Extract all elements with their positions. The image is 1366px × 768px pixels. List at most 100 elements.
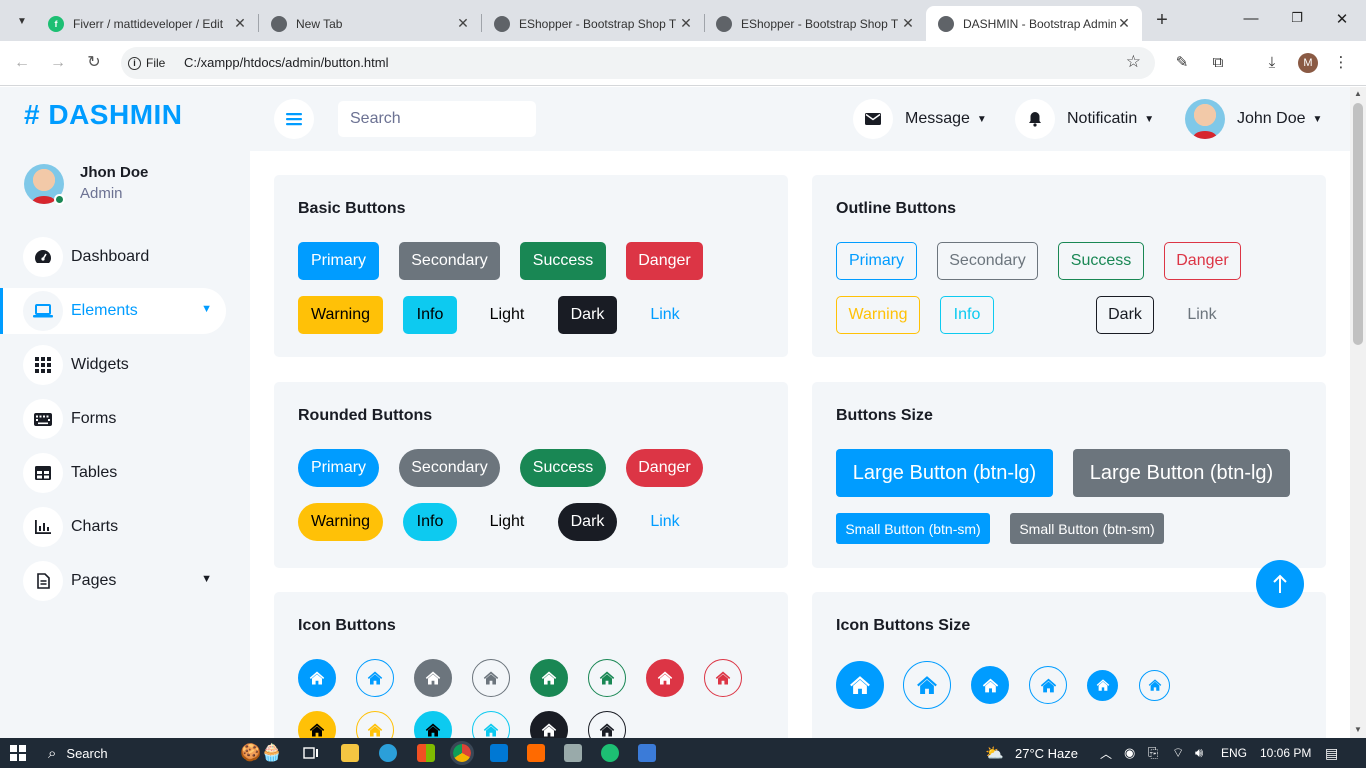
- search-input[interactable]: [338, 101, 536, 137]
- warning-outline-icon-button[interactable]: [356, 711, 394, 738]
- secondary-outline-button[interactable]: Secondary: [937, 242, 1038, 280]
- scrollbar-thumb[interactable]: [1353, 103, 1363, 345]
- success-icon-button[interactable]: [530, 659, 568, 697]
- close-tab-icon[interactable]: ✕: [455, 15, 471, 32]
- record-icon[interactable]: ◉: [1124, 743, 1135, 763]
- clock[interactable]: 10:06 PM: [1260, 743, 1311, 763]
- sublime-icon[interactable]: [527, 744, 545, 762]
- pen-icon[interactable]: ✎: [1172, 53, 1192, 73]
- calculator-icon[interactable]: [564, 744, 582, 762]
- primary-outline-icon-button-size-6[interactable]: [1139, 669, 1170, 701]
- secondary-rounded-button[interactable]: Secondary: [399, 449, 500, 487]
- dark-button[interactable]: Dark: [558, 296, 617, 334]
- sidebar-item-widgets[interactable]: Widgets: [0, 342, 226, 388]
- success-rounded-button[interactable]: Success: [520, 449, 606, 487]
- sidebar-item-dashboard[interactable]: Dashboard: [0, 234, 226, 280]
- link-outline-button[interactable]: Link: [1174, 296, 1230, 334]
- link-button[interactable]: Link: [637, 296, 693, 334]
- sidebar-item-elements[interactable]: Elements ▼: [0, 288, 226, 334]
- light-button[interactable]: Light: [477, 296, 537, 334]
- danger-rounded-button[interactable]: Danger: [626, 449, 703, 487]
- danger-outline-button[interactable]: Danger: [1164, 242, 1241, 280]
- brand-logo[interactable]: # DASHMIN: [24, 99, 183, 131]
- sidebar-item-charts[interactable]: Charts: [0, 504, 226, 550]
- photos-icon[interactable]: [638, 744, 656, 762]
- volume-icon[interactable]: 🔊︎: [1195, 743, 1203, 763]
- task-view-icon[interactable]: [303, 743, 319, 763]
- warning-rounded-button[interactable]: Warning: [298, 503, 383, 541]
- scroll-down-arrow-icon[interactable]: ▼: [1350, 725, 1366, 734]
- primary-icon-button-size-3[interactable]: [971, 666, 1009, 704]
- success-outline-button[interactable]: Success: [1058, 242, 1144, 280]
- edge-icon[interactable]: [379, 744, 397, 762]
- large-primary-button[interactable]: Large Button (btn-lg): [836, 449, 1053, 497]
- success-outline-icon-button[interactable]: [588, 659, 626, 697]
- weather-label[interactable]: 27°C Haze: [1015, 743, 1078, 763]
- chrome-taskbar-icon[interactable]: [450, 741, 474, 765]
- primary-button[interactable]: Primary: [298, 242, 379, 280]
- dark-icon-button[interactable]: [530, 711, 568, 738]
- close-tab-icon[interactable]: ✕: [678, 15, 694, 32]
- light-rounded-button[interactable]: Light: [477, 503, 537, 541]
- mail-icon[interactable]: [490, 744, 508, 762]
- close-tab-icon[interactable]: ✕: [900, 15, 916, 32]
- device-icon[interactable]: ⎘: [1148, 743, 1158, 763]
- browser-tab-dashmin[interactable]: DASHMIN - Bootstrap Admin ✕: [926, 6, 1142, 41]
- sidebar-toggle-button[interactable]: [274, 99, 314, 139]
- fiverr-taskbar-icon[interactable]: [601, 744, 619, 762]
- download-icon[interactable]: ⤓: [1262, 53, 1282, 73]
- url-text[interactable]: C:/xampp/htdocs/admin/button.html: [184, 55, 389, 70]
- address-bar[interactable]: i File C:/xampp/htdocs/admin/button.html…: [121, 47, 1155, 79]
- sidebar-item-pages[interactable]: Pages ▼: [0, 558, 226, 604]
- forward-arrow-icon[interactable]: →: [46, 51, 70, 75]
- close-tab-icon[interactable]: ✕: [1116, 15, 1132, 32]
- browser-tab-eshopper-2[interactable]: EShopper - Bootstrap Shop T ✕: [704, 6, 926, 41]
- user-dropdown[interactable]: John Doe ▼: [1185, 99, 1322, 139]
- site-info-chip[interactable]: i File: [128, 52, 165, 74]
- chevron-up-icon[interactable]: ︿: [1100, 743, 1112, 763]
- dark-outline-button[interactable]: Dark: [1096, 296, 1154, 334]
- scroll-up-arrow-icon[interactable]: ▲: [1350, 89, 1366, 98]
- close-window-icon[interactable]: ✕: [1332, 10, 1352, 28]
- back-to-top-button[interactable]: [1256, 560, 1304, 608]
- wifi-icon[interactable]: ⌔: [1172, 743, 1184, 763]
- message-dropdown[interactable]: Message ▼: [853, 99, 987, 139]
- page-scrollbar[interactable]: ▲ ▼: [1350, 87, 1366, 738]
- primary-icon-button[interactable]: [298, 659, 336, 697]
- dark-rounded-button[interactable]: Dark: [558, 503, 617, 541]
- primary-outline-icon-button-size-4[interactable]: [1029, 666, 1067, 704]
- browser-tab-new[interactable]: New Tab ✕: [259, 6, 481, 41]
- sidebar-item-tables[interactable]: Tables: [0, 450, 226, 496]
- notification-dropdown[interactable]: Notificatin ▼: [1015, 99, 1154, 139]
- primary-rounded-button[interactable]: Primary: [298, 449, 379, 487]
- primary-outline-icon-button[interactable]: [356, 659, 394, 697]
- success-button[interactable]: Success: [520, 242, 606, 280]
- restore-icon[interactable]: ❐: [1287, 10, 1307, 26]
- extensions-icon[interactable]: ⧉: [1208, 53, 1228, 73]
- warning-outline-button[interactable]: Warning: [836, 296, 920, 334]
- warning-icon-button[interactable]: [298, 711, 336, 738]
- info-icon-button[interactable]: [414, 711, 452, 738]
- info-outline-button[interactable]: Info: [940, 296, 994, 334]
- close-tab-icon[interactable]: ✕: [232, 15, 248, 32]
- browser-tab-eshopper-1[interactable]: EShopper - Bootstrap Shop T ✕: [482, 6, 704, 41]
- primary-outline-button[interactable]: Primary: [836, 242, 917, 280]
- reload-icon[interactable]: ↻: [82, 51, 106, 75]
- primary-icon-button-size-5[interactable]: [1087, 669, 1118, 701]
- small-primary-button[interactable]: Small Button (btn-sm): [836, 513, 990, 544]
- taskbar-search[interactable]: ⌕ Search: [48, 743, 108, 763]
- warning-button[interactable]: Warning: [298, 296, 383, 334]
- primary-outline-icon-button-size-2[interactable]: [903, 661, 951, 709]
- danger-icon-button[interactable]: [646, 659, 684, 697]
- info-rounded-button[interactable]: Info: [403, 503, 457, 541]
- new-tab-button[interactable]: +: [1152, 9, 1172, 31]
- danger-button[interactable]: Danger: [626, 242, 703, 280]
- windows-start-icon[interactable]: [10, 743, 26, 763]
- minimize-icon[interactable]: —: [1241, 10, 1261, 27]
- file-explorer-icon[interactable]: [341, 744, 359, 762]
- small-secondary-button[interactable]: Small Button (btn-sm): [1010, 513, 1164, 544]
- info-outline-icon-button[interactable]: [472, 711, 510, 738]
- large-secondary-button[interactable]: Large Button (btn-lg): [1073, 449, 1290, 497]
- store-icon[interactable]: [417, 744, 435, 762]
- secondary-button[interactable]: Secondary: [399, 242, 500, 280]
